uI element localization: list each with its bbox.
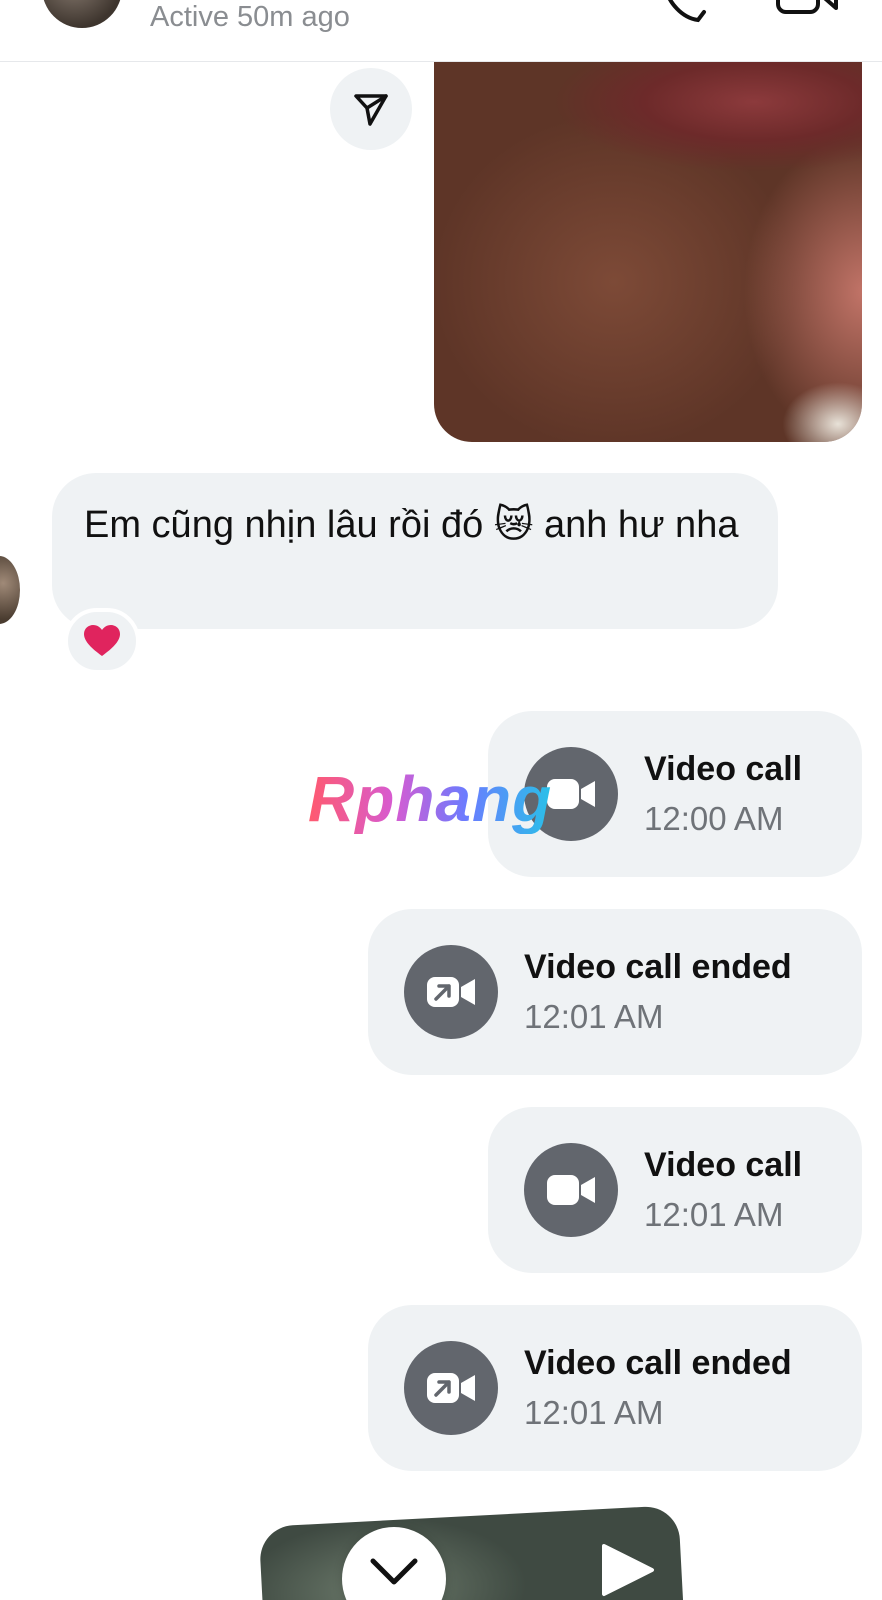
call-title: Video call ended (524, 948, 792, 986)
call-bubble[interactable]: Video call ended 12:01 AM (368, 1305, 862, 1471)
contact-avatar[interactable] (42, 0, 122, 28)
share-button[interactable] (330, 68, 412, 150)
video-call-icon[interactable] (776, 0, 840, 20)
call-title: Video call (644, 750, 803, 788)
chat-screen: Active 50m ago Em cũng nhịn lâu rồi đó 😿… (0, 0, 882, 1600)
call-time: 12:01 AM (524, 998, 664, 1035)
watermark: Rphang (308, 763, 553, 835)
play-icon[interactable] (598, 1540, 658, 1600)
sender-avatar[interactable] (0, 556, 20, 624)
call-bubble[interactable]: Video call ended 12:01 AM (368, 909, 862, 1075)
heart-icon (84, 625, 120, 656)
chat-header: Active 50m ago (0, 0, 882, 62)
phone-call-icon[interactable] (660, 0, 708, 24)
video-call-ended-icon (404, 1341, 498, 1435)
send-icon (354, 94, 388, 126)
call-title: Video call ended (524, 1344, 792, 1382)
heart-reaction[interactable] (64, 608, 140, 674)
chevron-down-icon (370, 1558, 418, 1585)
call-time: 12:01 AM (524, 1394, 664, 1431)
video-call-ended-icon (404, 945, 498, 1039)
sent-photo[interactable] (434, 62, 862, 442)
video-camera-icon (524, 1143, 618, 1237)
call-time: 12:01 AM (644, 1196, 784, 1233)
active-status: Active 50m ago (150, 1, 350, 33)
call-time: 12:00 AM (644, 800, 784, 837)
call-bubble[interactable]: Video call 12:01 AM (488, 1107, 862, 1273)
call-title: Video call (644, 1146, 803, 1184)
message-text: Em cũng nhịn lâu rồi đó 😿 anh hư nha (84, 504, 739, 546)
photo-detail (782, 382, 862, 442)
received-message[interactable]: Em cũng nhịn lâu rồi đó 😿 anh hư nha (52, 473, 778, 629)
